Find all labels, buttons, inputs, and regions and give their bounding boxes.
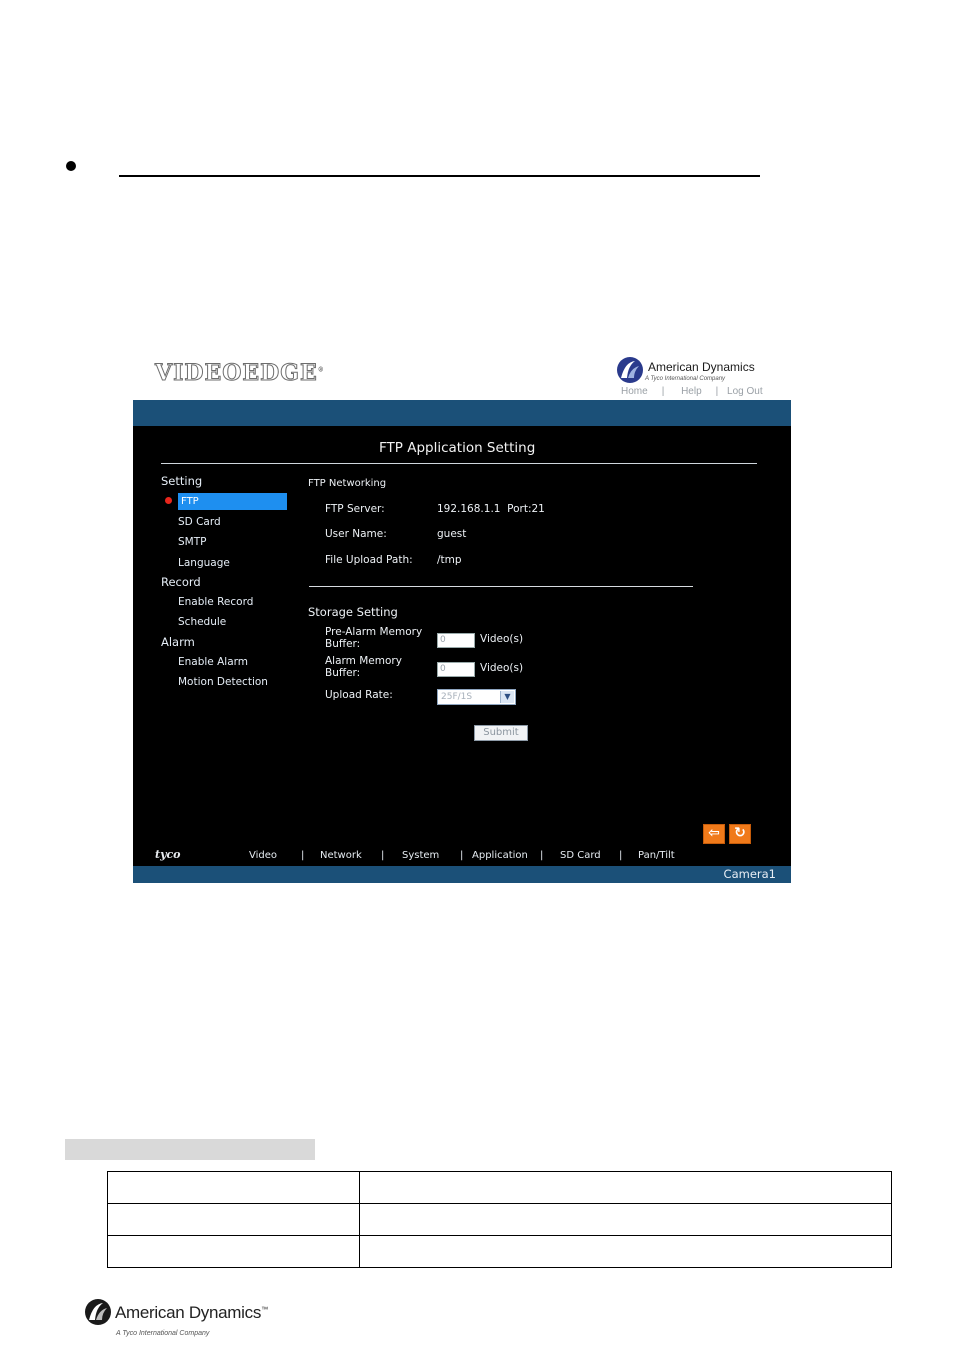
pre-alarm-buffer-input[interactable]: 0: [437, 633, 475, 648]
pre-alarm-unit: Video(s): [480, 633, 524, 645]
bottom-nav-network[interactable]: Network: [320, 850, 362, 861]
bottom-nav-separator: |: [460, 850, 464, 861]
upload-rate-label: Upload Rate:: [325, 689, 393, 701]
sidebar-item-motion-detection[interactable]: Motion Detection: [178, 676, 268, 688]
refresh-icon[interactable]: ↻: [729, 824, 751, 844]
chevron-down-icon[interactable]: ▼: [500, 691, 514, 703]
sidebar-item-enable-alarm[interactable]: Enable Alarm: [178, 656, 248, 668]
table-cell: [359, 1171, 892, 1204]
main-panel: FTP Application Setting Setting FTP SD C…: [133, 426, 791, 866]
status-bar: Camera1: [133, 866, 791, 883]
header-bar: [133, 400, 791, 426]
sidebar-item-enable-record[interactable]: Enable Record: [178, 596, 253, 608]
page-title: FTP Application Setting: [379, 440, 536, 456]
company-subtitle: A Tyco International Company: [645, 376, 726, 382]
upload-rate-select[interactable]: 25F/1S ▼: [437, 689, 516, 705]
bottom-nav-application[interactable]: Application: [472, 850, 528, 861]
bottom-nav-sd-card[interactable]: SD Card: [560, 850, 601, 861]
info-table: [107, 1171, 892, 1268]
ftp-networking-heading: FTP Networking: [308, 478, 387, 489]
logout-link[interactable]: Log Out: [727, 386, 763, 397]
upload-path-label: File Upload Path:: [325, 554, 413, 566]
bottom-nav-video[interactable]: Video: [249, 850, 277, 861]
table-cell: [359, 1203, 892, 1236]
videoedge-logo: VIDEOEDGE®: [155, 360, 325, 387]
top-links: Home | Help | Log Out: [621, 386, 763, 397]
sidebar-item-sd-card[interactable]: SD Card: [178, 516, 221, 528]
alarm-memory-label: Alarm Memory Buffer:: [325, 655, 402, 679]
submit-button[interactable]: Submit: [474, 725, 528, 741]
heading-underline: [119, 175, 760, 177]
bottom-nav-separator: |: [619, 850, 623, 861]
table-cell: [107, 1235, 360, 1268]
company-name: American Dynamics: [648, 360, 755, 374]
ftp-server-label: FTP Server:: [325, 503, 385, 515]
section-divider: [309, 586, 693, 587]
table-row: [107, 1203, 892, 1236]
sidebar-item-smtp[interactable]: SMTP: [178, 536, 206, 548]
footer-company-name: American Dynamics™: [115, 1303, 268, 1322]
title-divider: [161, 463, 757, 464]
tyco-logo: tyco: [155, 848, 181, 861]
sidebar-heading-record: Record: [161, 575, 201, 589]
bottom-nav-separator: |: [381, 850, 385, 861]
bottom-nav-separator: |: [301, 850, 305, 861]
american-dynamics-footer-logo-icon: [85, 1299, 111, 1325]
home-link[interactable]: Home: [621, 386, 648, 397]
bottom-nav-pan-tilt[interactable]: Pan/Tilt: [638, 850, 675, 861]
selected-indicator-icon: [165, 497, 172, 504]
table-cell: [359, 1235, 892, 1268]
help-link[interactable]: Help: [681, 386, 702, 397]
pre-alarm-label: Pre-Alarm Memory Buffer:: [325, 626, 423, 650]
table-cell: [107, 1203, 360, 1236]
american-dynamics-logo-icon: [617, 357, 643, 383]
section-heading-bar: [65, 1139, 315, 1160]
user-name-label: User Name:: [325, 528, 387, 540]
bottom-nav-system[interactable]: System: [402, 850, 439, 861]
storage-setting-heading: Storage Setting: [308, 605, 398, 619]
footer-company-subtitle: A Tyco International Company: [116, 1330, 210, 1337]
table-cell: [107, 1171, 360, 1204]
alarm-buffer-input[interactable]: 0: [437, 662, 475, 677]
videoedge-screenshot: VIDEOEDGE® American Dynamics A Tyco Inte…: [133, 352, 791, 883]
sidebar-item-language[interactable]: Language: [178, 557, 230, 569]
bottom-nav-separator: |: [540, 850, 544, 861]
alarm-unit: Video(s): [480, 662, 524, 674]
sidebar-heading-setting: Setting: [161, 474, 203, 488]
user-name-value: guest: [437, 528, 467, 540]
arrow-left-icon[interactable]: ⇦: [703, 824, 725, 844]
sidebar-item-ftp[interactable]: FTP: [178, 493, 287, 510]
ftp-server-value: 192.168.1.1 Port:21: [437, 503, 545, 515]
upload-path-value: /tmp: [437, 554, 462, 566]
camera-name: Camera1: [723, 867, 776, 881]
sidebar-item-schedule[interactable]: Schedule: [178, 616, 226, 628]
table-row: [107, 1235, 892, 1268]
bullet-icon: [66, 161, 76, 171]
sidebar-heading-alarm: Alarm: [161, 635, 195, 649]
table-row: [107, 1171, 892, 1204]
